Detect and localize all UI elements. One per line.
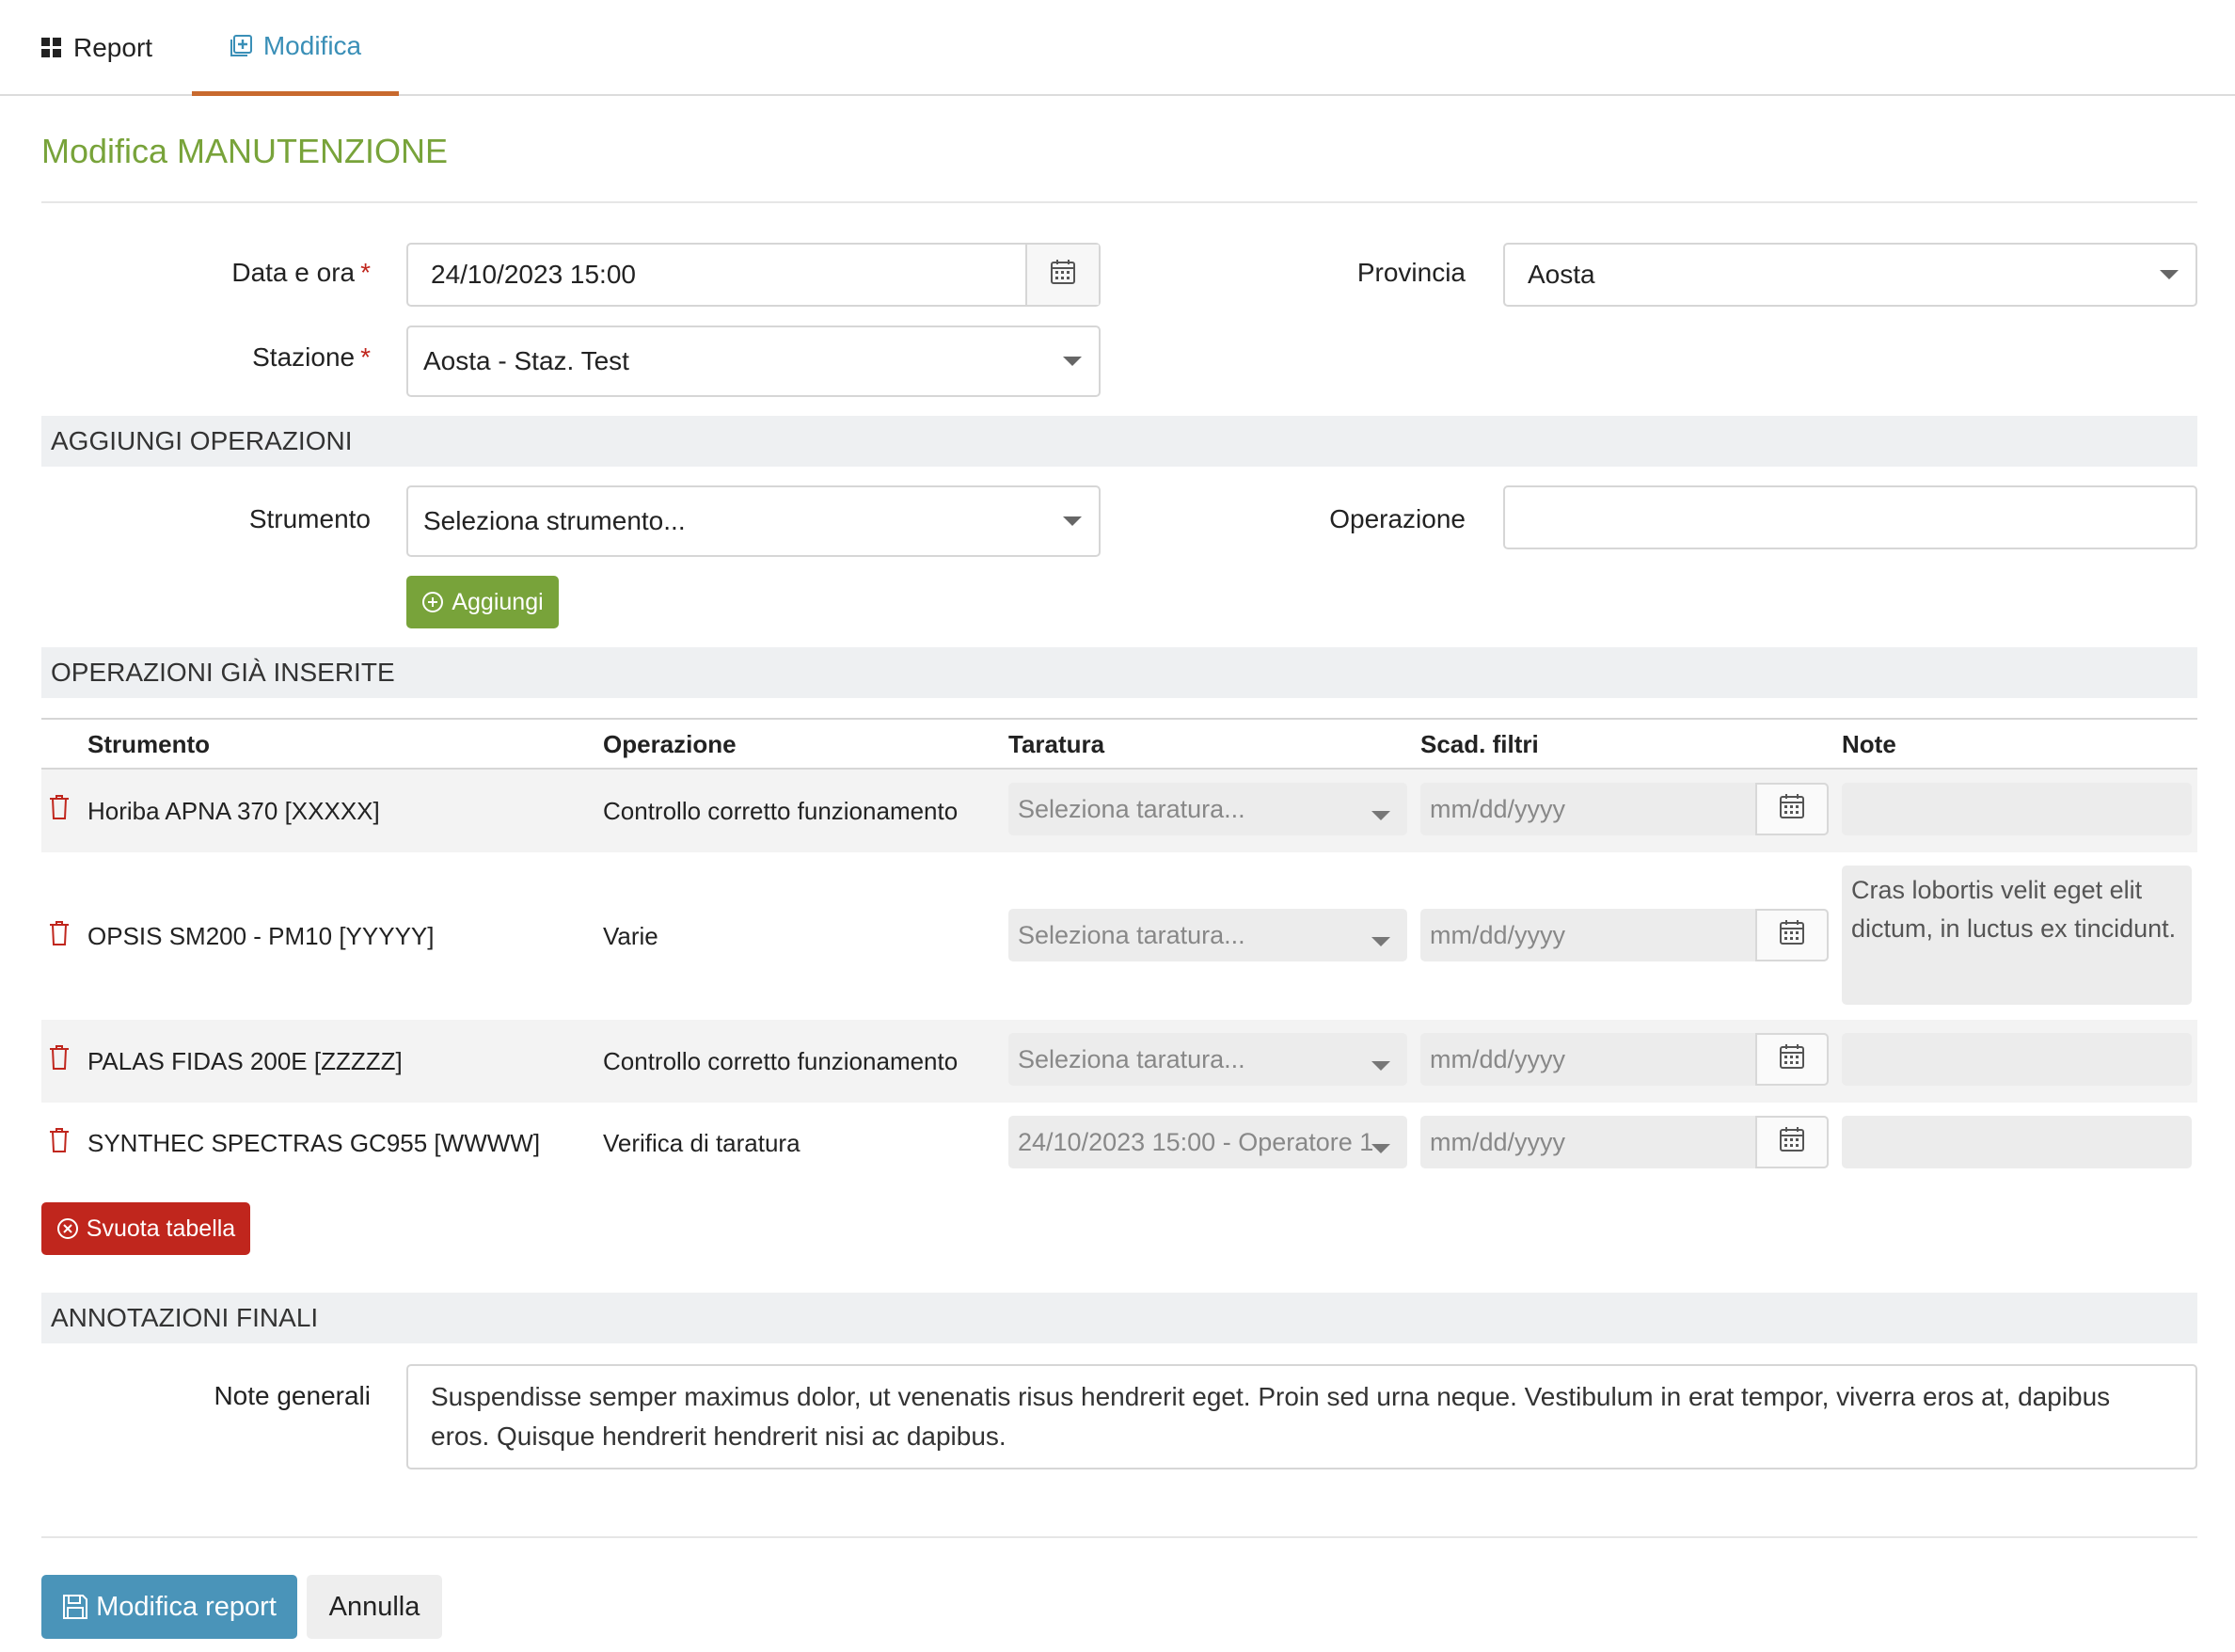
note-input[interactable]	[1842, 1116, 2192, 1168]
tab-report-label: Report	[73, 33, 153, 62]
grid-icon	[41, 38, 62, 58]
plus-circle-icon	[421, 591, 444, 613]
note-generali-textarea[interactable]: Suspendisse semper maximus dolor, ut ven…	[406, 1364, 2197, 1469]
note-input[interactable]	[1842, 783, 2192, 835]
tab-bar: Report Modifica	[0, 0, 2235, 96]
taratura-select[interactable]: 24/10/2023 15:00 - Operatore 1	[1008, 1116, 1407, 1168]
scad-filtri-calendar-button[interactable]	[1755, 1033, 1829, 1086]
aggiungi-label: Aggiungi	[452, 588, 544, 615]
provincia-label: Provincia	[1356, 258, 1466, 287]
trash-icon[interactable]	[49, 1127, 70, 1153]
table-row: Horiba APNA 370 [XXXXX] Controllo corret…	[41, 770, 2197, 852]
chevron-down-icon	[2160, 270, 2179, 279]
calendar-icon	[1050, 259, 1076, 292]
calendar-icon	[1779, 919, 1805, 952]
provincia-value: Aosta	[1528, 260, 1595, 289]
taratura-select[interactable]: Seleziona taratura...	[1008, 909, 1407, 961]
data-ora-label: Data e ora *	[231, 258, 371, 287]
scad-filtri-input[interactable]: mm/dd/yyyy	[1420, 1116, 1829, 1168]
taratura-value: Seleziona taratura...	[1018, 1044, 1245, 1073]
tab-modifica-label: Modifica	[262, 30, 362, 60]
data-ora-value: 24/10/2023 15:00	[431, 260, 636, 289]
cell-strumento: SYNTHEC SPECTRAS GC955 [WWWW]	[87, 1128, 541, 1157]
chevron-down-icon	[1371, 811, 1390, 820]
scad-filtri-input[interactable]: mm/dd/yyyy	[1420, 909, 1829, 961]
operazione-label: Operazione	[1329, 504, 1466, 533]
trash-icon[interactable]	[49, 794, 70, 820]
title-divider	[41, 201, 2197, 203]
scad-filtri-input[interactable]: mm/dd/yyyy	[1420, 1033, 1829, 1086]
tab-report[interactable]: Report	[41, 0, 152, 96]
taratura-select[interactable]: Seleziona taratura...	[1008, 783, 1407, 835]
stazione-label: Stazione *	[252, 342, 371, 372]
chevron-down-icon	[1371, 1061, 1390, 1071]
scad-filtri-value: mm/dd/yyyy	[1430, 794, 1566, 823]
modifica-report-button[interactable]: Modifica report	[41, 1575, 297, 1639]
th-operazione: Operazione	[603, 730, 737, 758]
scad-filtri-value: mm/dd/yyyy	[1430, 1127, 1566, 1156]
table-row: OPSIS SM200 - PM10 [YYYYY] Varie Selezio…	[41, 852, 2197, 1020]
cell-strumento: OPSIS SM200 - PM10 [YYYYY]	[87, 921, 435, 950]
strumento-label: Strumento	[248, 504, 371, 533]
note-input[interactable]	[1842, 1033, 2192, 1086]
note-generali-label: Note generali	[214, 1381, 371, 1410]
th-taratura: Taratura	[1008, 730, 1105, 758]
taratura-value: 24/10/2023 15:00 - Operatore 1	[1018, 1127, 1374, 1156]
scad-filtri-calendar-button[interactable]	[1755, 1116, 1829, 1168]
calendar-icon	[1779, 793, 1805, 826]
th-note: Note	[1842, 730, 1896, 758]
chevron-down-icon	[1063, 357, 1082, 366]
note-input[interactable]: Cras lobortis velit eget elit dictum, in…	[1842, 866, 2192, 1005]
section-annotazioni-finali: ANNOTAZIONI FINALI	[41, 1293, 2197, 1343]
footer-divider	[41, 1536, 2197, 1538]
tab-modifica[interactable]: Modifica	[192, 0, 399, 96]
th-scad-filtri: Scad. filtri	[1420, 730, 1539, 758]
svuota-tabella-label: Svuota tabella	[86, 1215, 236, 1242]
calendar-icon	[1779, 1043, 1805, 1076]
cell-operazione: Controllo corretto funzionamento	[603, 796, 959, 825]
table-row: PALAS FIDAS 200E [ZZZZZ] Controllo corre…	[41, 1020, 2197, 1103]
section-aggiungi-operazioni: AGGIUNGI OPERAZIONI	[41, 416, 2197, 467]
cell-operazione: Verifica di taratura	[603, 1128, 800, 1157]
aggiungi-button[interactable]: Aggiungi	[406, 576, 559, 628]
th-strumento: Strumento	[87, 730, 210, 758]
cell-strumento: Horiba APNA 370 [XXXXX]	[87, 796, 380, 825]
scad-filtri-input[interactable]: mm/dd/yyyy	[1420, 783, 1829, 835]
operazione-input[interactable]	[1503, 485, 2197, 549]
data-ora-calendar-button[interactable]	[1025, 245, 1099, 305]
taratura-select[interactable]: Seleziona taratura...	[1008, 1033, 1407, 1086]
chevron-down-icon	[1371, 1144, 1390, 1153]
chevron-down-icon	[1063, 516, 1082, 526]
scad-filtri-value: mm/dd/yyyy	[1430, 1044, 1566, 1073]
modifica-report-label: Modifica report	[96, 1591, 277, 1622]
taratura-value: Seleziona taratura...	[1018, 794, 1245, 823]
stazione-value: Aosta - Staz. Test	[423, 346, 629, 375]
scad-filtri-calendar-button[interactable]	[1755, 783, 1829, 835]
annulla-button[interactable]: Annulla	[307, 1575, 442, 1639]
save-icon	[62, 1594, 88, 1620]
trash-icon[interactable]	[49, 920, 70, 946]
calendar-icon	[1779, 1126, 1805, 1159]
annulla-label: Annulla	[328, 1591, 420, 1622]
cell-operazione: Controllo corretto funzionamento	[603, 1046, 959, 1075]
strumento-value: Seleziona strumento...	[423, 506, 686, 535]
section-operazioni-inserite: OPERAZIONI GIÀ INSERITE	[41, 647, 2197, 698]
stazione-select[interactable]: Aosta - Staz. Test	[406, 326, 1101, 397]
data-ora-input[interactable]: 24/10/2023 15:00	[406, 243, 1101, 307]
table-row: SYNTHEC SPECTRAS GC955 [WWWW] Verifica d…	[41, 1103, 2197, 1183]
table-header: Strumento Operazione Taratura Scad. filt…	[41, 718, 2197, 770]
taratura-value: Seleziona taratura...	[1018, 920, 1245, 949]
strumento-select[interactable]: Seleziona strumento...	[406, 485, 1101, 557]
close-circle-icon	[56, 1217, 79, 1240]
chevron-down-icon	[1371, 937, 1390, 946]
cell-operazione: Varie	[603, 921, 658, 950]
scad-filtri-value: mm/dd/yyyy	[1430, 920, 1566, 949]
page-title: Modifica MANUTENZIONE	[41, 132, 449, 170]
cell-strumento: PALAS FIDAS 200E [ZZZZZ]	[87, 1046, 403, 1075]
provincia-select[interactable]: Aosta	[1503, 243, 2197, 307]
trash-icon[interactable]	[49, 1044, 70, 1071]
plus-square-icon	[230, 34, 252, 57]
scad-filtri-calendar-button[interactable]	[1755, 909, 1829, 961]
svuota-tabella-button[interactable]: Svuota tabella	[41, 1202, 250, 1255]
